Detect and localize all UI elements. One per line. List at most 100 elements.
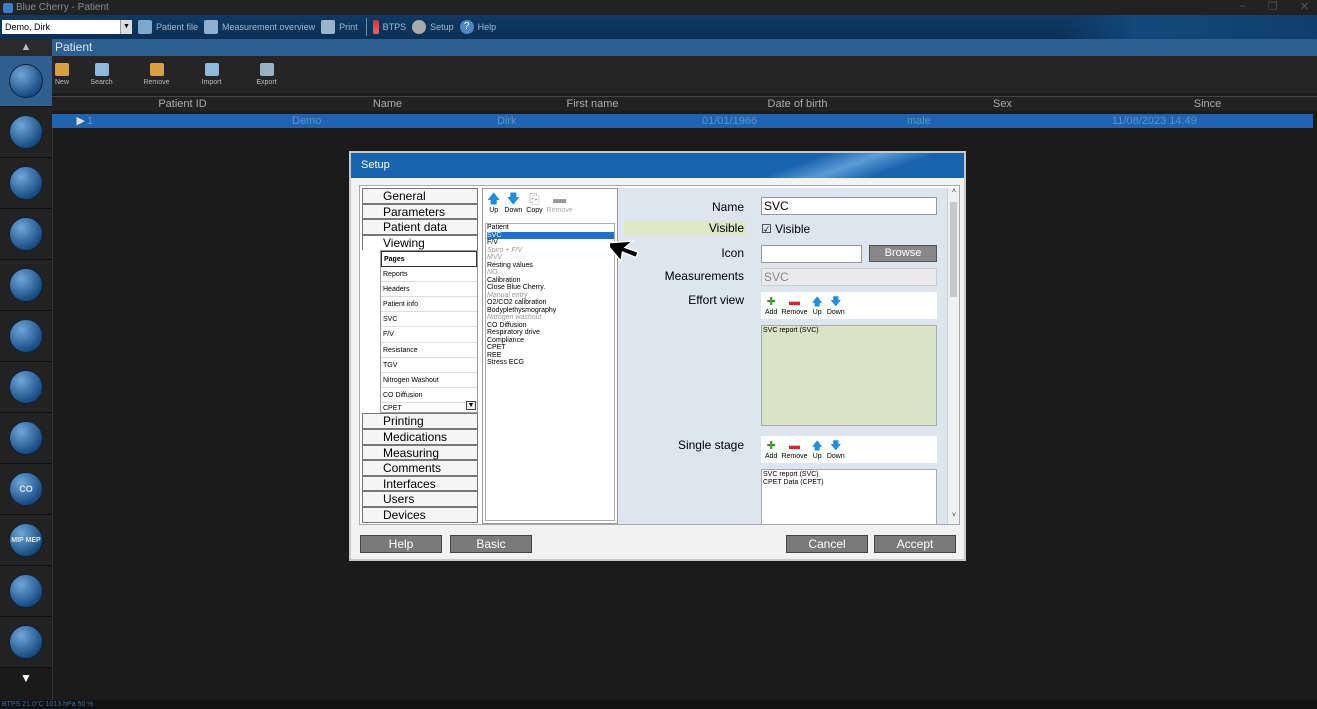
category-interfaces[interactable]: Interfaces	[362, 475, 478, 492]
category-parameters[interactable]: Parameters	[362, 203, 478, 220]
table-row[interactable]: ▶ 1 Demo Dirk 01/01/1966 male 11/08/2023…	[52, 114, 1313, 128]
help-button[interactable]: ? Help	[459, 20, 496, 34]
page-list-item[interactable]: CPET	[487, 344, 614, 352]
page-list-item[interactable]: REE	[487, 352, 614, 360]
scrollbar-thumb[interactable]	[950, 202, 957, 297]
page-up-button[interactable]: 🡅 Up	[487, 191, 500, 221]
btps-button[interactable]: BTPS	[372, 20, 406, 34]
sidebar-item-diffusion[interactable]	[0, 260, 52, 311]
page-list-item[interactable]: Manual entry	[487, 292, 614, 300]
page-list-item[interactable]: Nitrogen washout	[487, 314, 614, 322]
effort-remove-button[interactable]: ▬ Remove	[781, 295, 807, 316]
patient-select[interactable]: Demo, Dirk ▼	[2, 20, 132, 34]
column-since[interactable]: Since	[1105, 97, 1310, 111]
sidebar-item-resistance[interactable]	[0, 311, 52, 362]
sidebar-item-co[interactable]: CO	[0, 464, 52, 515]
sidebar-item-flow-volume[interactable]	[0, 158, 52, 209]
sidebar-item-compliance[interactable]	[0, 413, 52, 464]
category-patient-data[interactable]: Patient data	[362, 219, 478, 235]
viewing-item-svc[interactable]: SVC	[381, 312, 477, 328]
category-printing[interactable]: Printing	[362, 413, 478, 429]
patient-file-button[interactable]: Patient file	[138, 20, 198, 34]
sidebar-item-nitrogen[interactable]	[0, 362, 52, 413]
page-copy-button[interactable]: ⎘ Copy	[526, 191, 542, 221]
page-list-item[interactable]: Bodyplethysmography	[487, 307, 614, 315]
page-list-item[interactable]: Close Blue Cherry.	[487, 284, 614, 292]
column-date-of-birth[interactable]: Date of birth	[695, 97, 900, 111]
sidebar-item-body-box[interactable]	[0, 209, 52, 260]
close-button[interactable]: ✕	[1300, 0, 1309, 13]
page-list-item[interactable]: CO Diffusion	[487, 322, 614, 330]
maximize-button[interactable]: ❐	[1268, 0, 1278, 13]
sidebar-item-mip-mep[interactable]: MIP MEP	[0, 515, 52, 566]
single-up-button[interactable]: 🡅 Up	[812, 439, 823, 460]
page-list-item[interactable]: Resting values	[487, 262, 614, 270]
viewing-item-reports[interactable]: Reports	[381, 267, 477, 282]
chevron-down-icon[interactable]: ▼	[120, 20, 132, 34]
visible-checkbox[interactable]: ☑ Visible	[761, 222, 810, 236]
accept-button[interactable]: Accept	[874, 535, 956, 553]
page-list-item[interactable]: Respiratory drive	[487, 329, 614, 337]
category-comments[interactable]: Comments	[362, 460, 478, 476]
sidebar-item-patient[interactable]	[0, 56, 52, 107]
page-list-item[interactable]: NO	[487, 269, 614, 277]
viewing-item-patient-info[interactable]: Patient info	[381, 297, 477, 313]
pages-list[interactable]: Patient SVC F/V Spiro + F/V MVV Resting value…	[485, 223, 615, 521]
sidebar-item-ree[interactable]	[0, 617, 52, 668]
page-remove-button[interactable]: ▬ Remove	[547, 191, 573, 221]
single-stage-list[interactable]: SVC report (SVC) CPET Data (CPET)	[761, 469, 937, 524]
page-list-item[interactable]: Stress ECG	[487, 359, 614, 367]
effort-view-list[interactable]: SVC report (SVC)	[761, 325, 937, 426]
measurement-overview-button[interactable]: Measurement overview	[204, 20, 315, 34]
export-button[interactable]: Export	[239, 56, 294, 93]
page-list-item[interactable]: SVC	[487, 231, 614, 239]
help-dialog-button[interactable]: Help	[360, 535, 442, 553]
single-remove-button[interactable]: ▬ Remove	[781, 439, 807, 460]
browse-button[interactable]: Browse	[869, 245, 937, 262]
column-patient-id[interactable]: Patient ID	[80, 97, 285, 111]
viewing-item-pages[interactable]: Pages	[381, 251, 477, 267]
page-list-item[interactable]: O2/CO2 calibration	[487, 299, 614, 307]
effort-down-button[interactable]: 🡇 Down	[827, 295, 845, 316]
new-patient-button[interactable]: New	[52, 56, 74, 93]
category-measuring[interactable]: Measuring	[362, 444, 478, 461]
viewing-item-cpet[interactable]: CPET	[381, 403, 477, 413]
viewing-item-nitrogen-washout[interactable]: Nitrogen Washout	[381, 373, 477, 389]
sidebar-item-spirometry[interactable]	[0, 107, 52, 158]
list-item[interactable]: SVC report (SVC)	[763, 327, 935, 335]
setup-button[interactable]: Setup	[412, 20, 454, 34]
page-down-button[interactable]: 🡇 Down	[504, 191, 522, 221]
effort-add-button[interactable]: ✚ Add	[765, 295, 777, 316]
properties-scrollbar[interactable]: ˄ ˅	[947, 188, 959, 524]
viewing-item-fv[interactable]: F/V	[381, 327, 477, 343]
scroll-down-icon[interactable]: ˅	[948, 512, 959, 524]
search-patient-button[interactable]: Search	[74, 56, 129, 93]
page-list-item[interactable]: Calibration	[487, 277, 614, 285]
basic-button[interactable]: Basic	[450, 535, 532, 553]
scroll-up-icon[interactable]: ˄	[948, 188, 959, 200]
page-list-item[interactable]: MVV	[487, 254, 614, 262]
column-first-name[interactable]: First name	[490, 97, 695, 111]
sidebar-item-cpet[interactable]	[0, 566, 52, 617]
scroll-down-arrow-icon[interactable]: ▼	[0, 668, 52, 688]
category-users[interactable]: Users	[362, 491, 478, 507]
cancel-button[interactable]: Cancel	[786, 535, 868, 553]
viewing-item-headers[interactable]: Headers	[381, 282, 477, 297]
viewing-item-co-diffusion[interactable]: CO Diffusion	[381, 388, 477, 404]
page-list-item[interactable]: Spiro + F/V	[487, 247, 614, 255]
scroll-up-arrow-icon[interactable]: ▲	[0, 39, 52, 56]
category-viewing[interactable]: Viewing	[362, 234, 478, 251]
page-list-item[interactable]: Patient	[487, 224, 614, 232]
column-sex[interactable]: Sex	[900, 97, 1105, 111]
chevron-down-icon[interactable]: ▼	[466, 401, 476, 411]
category-devices[interactable]: Devices	[362, 506, 478, 523]
icon-field[interactable]	[761, 245, 862, 263]
effort-up-button[interactable]: 🡅 Up	[812, 295, 823, 316]
name-field[interactable]: SVC	[761, 197, 937, 215]
minimize-button[interactable]: –	[1240, 0, 1246, 13]
print-button[interactable]: Print	[321, 20, 358, 34]
viewing-item-resistance[interactable]: Resistance	[381, 343, 477, 358]
remove-patient-button[interactable]: Remove	[129, 56, 184, 93]
single-add-button[interactable]: ✚ Add	[765, 439, 777, 460]
page-list-item[interactable]: F/V	[487, 239, 614, 247]
